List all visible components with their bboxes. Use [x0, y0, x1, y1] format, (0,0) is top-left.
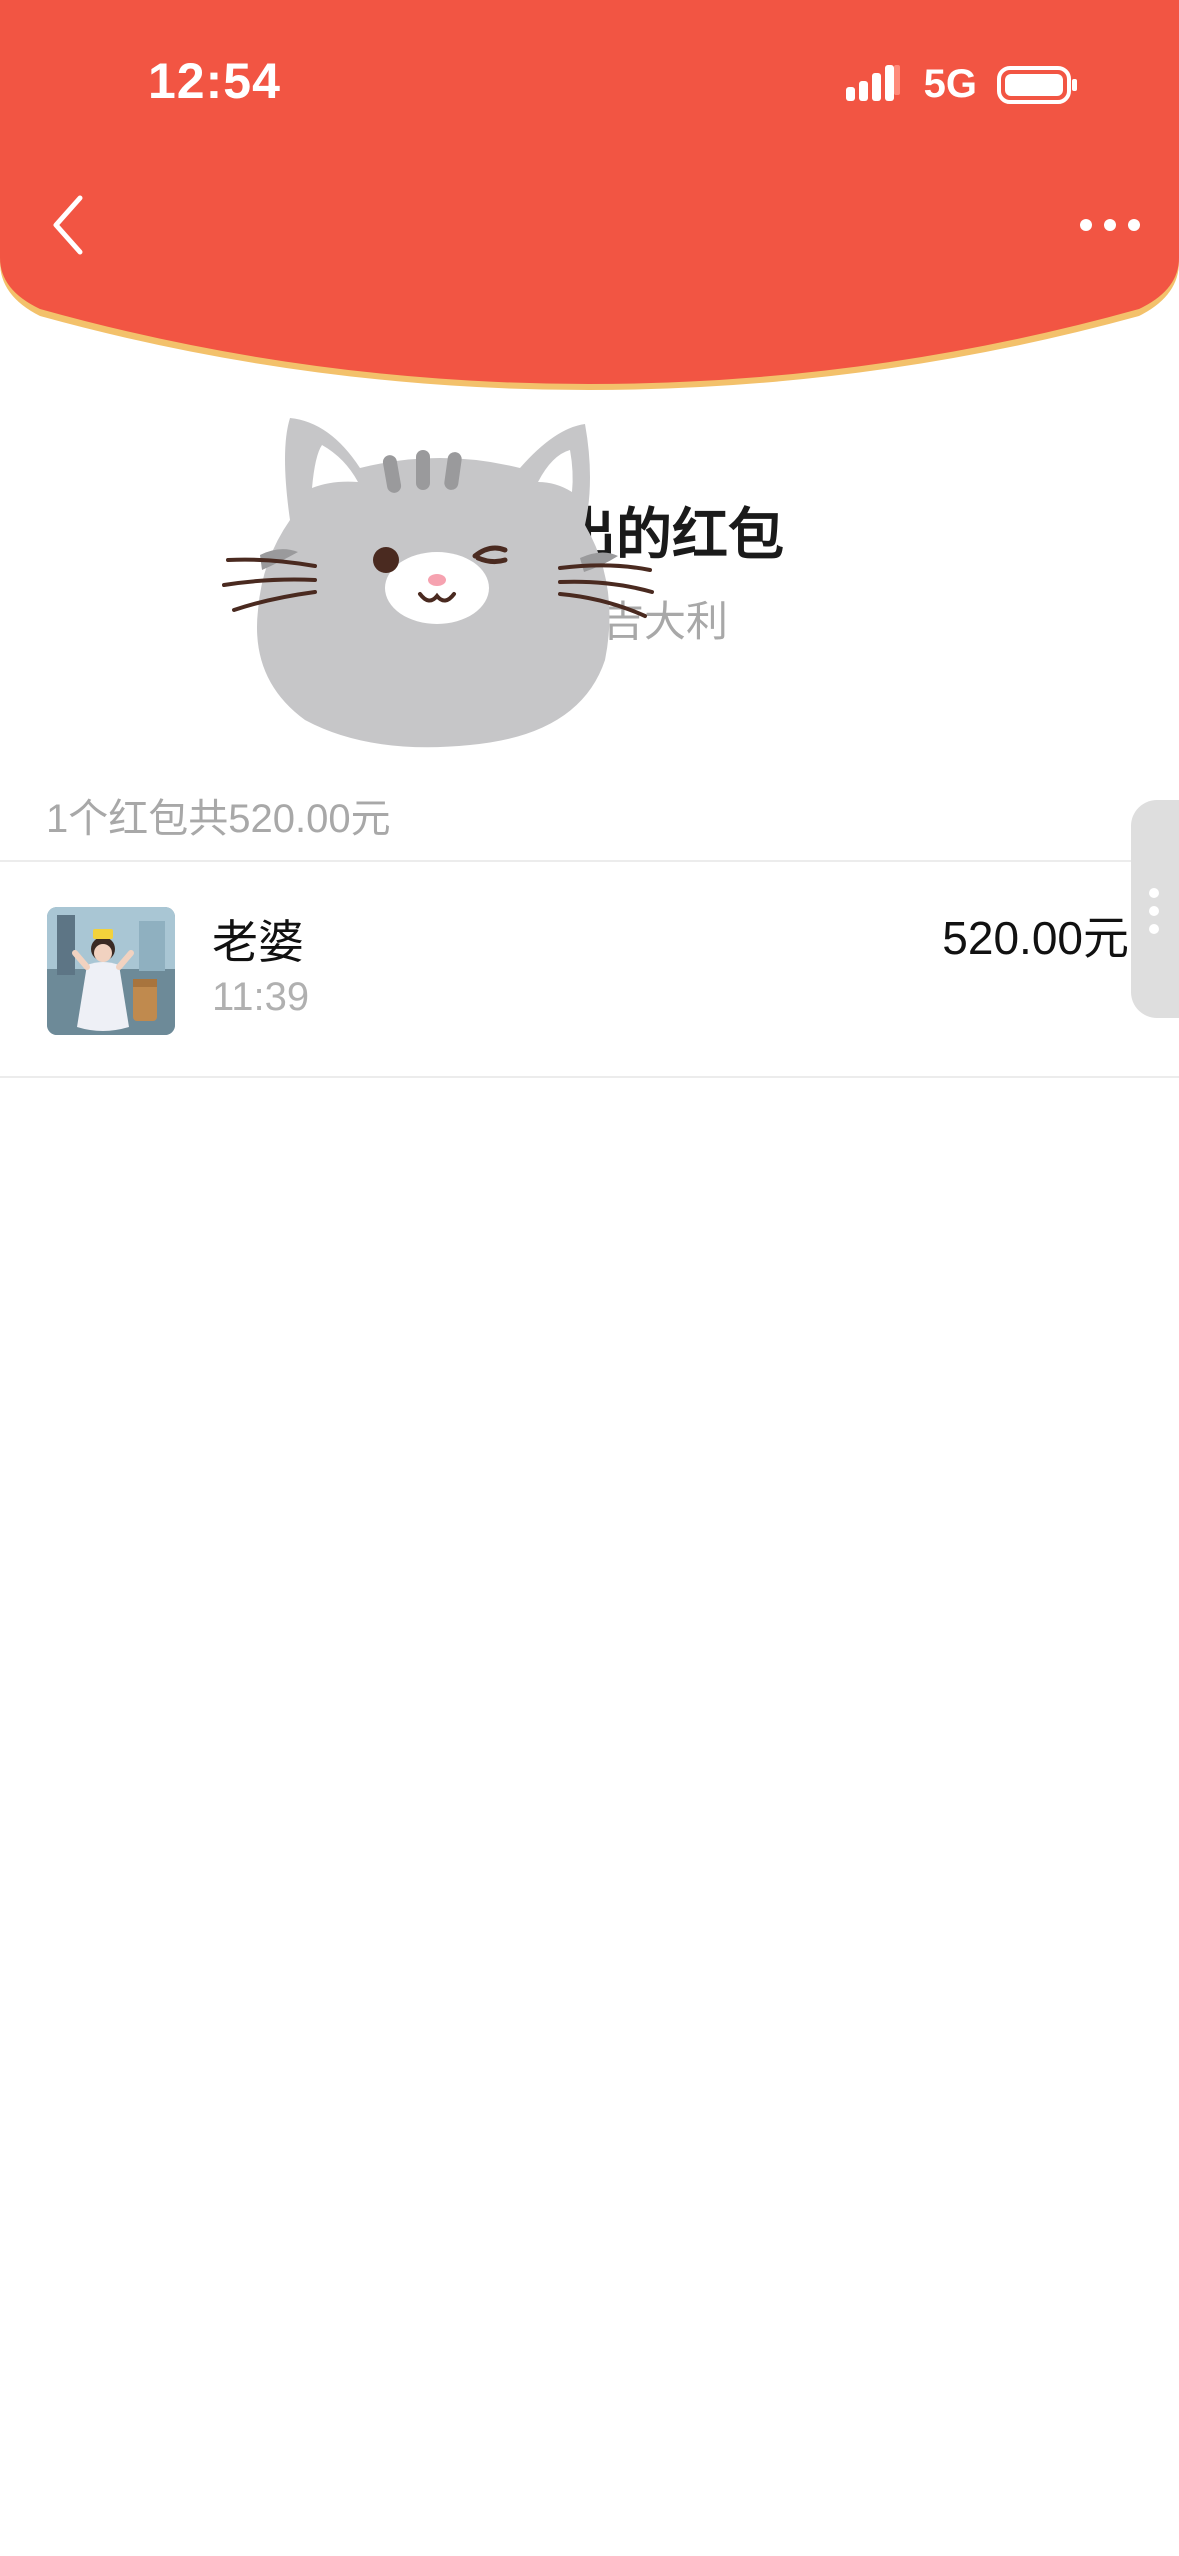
summary-text: 1个红包共520.00元: [46, 797, 391, 841]
recipient-name: 老婆: [212, 916, 304, 968]
status-bar-time: 12:54: [148, 53, 281, 109]
record-row[interactable]: 老婆 11:39 520.00元: [0, 862, 1179, 1076]
divider: [0, 1076, 1179, 1078]
record-time: 11:39: [212, 975, 310, 1019]
recipient-avatar: [47, 907, 175, 1035]
winking-cat-sticker: [222, 418, 654, 748]
more-dots-icon[interactable]: [1077, 200, 1143, 250]
battery-icon: [997, 65, 1077, 104]
handle-dot-icon: [1149, 924, 1159, 934]
record-amount: 520.00元: [942, 912, 1129, 964]
back-chevron-icon[interactable]: [44, 190, 94, 260]
handle-dot-icon: [1149, 906, 1159, 916]
floating-side-handle[interactable]: [1131, 800, 1179, 1018]
handle-dot-icon: [1149, 888, 1159, 898]
status-bar-right: 5G: [844, 62, 1079, 107]
network-type: 5G: [923, 62, 977, 106]
signal-icon: [845, 64, 900, 101]
